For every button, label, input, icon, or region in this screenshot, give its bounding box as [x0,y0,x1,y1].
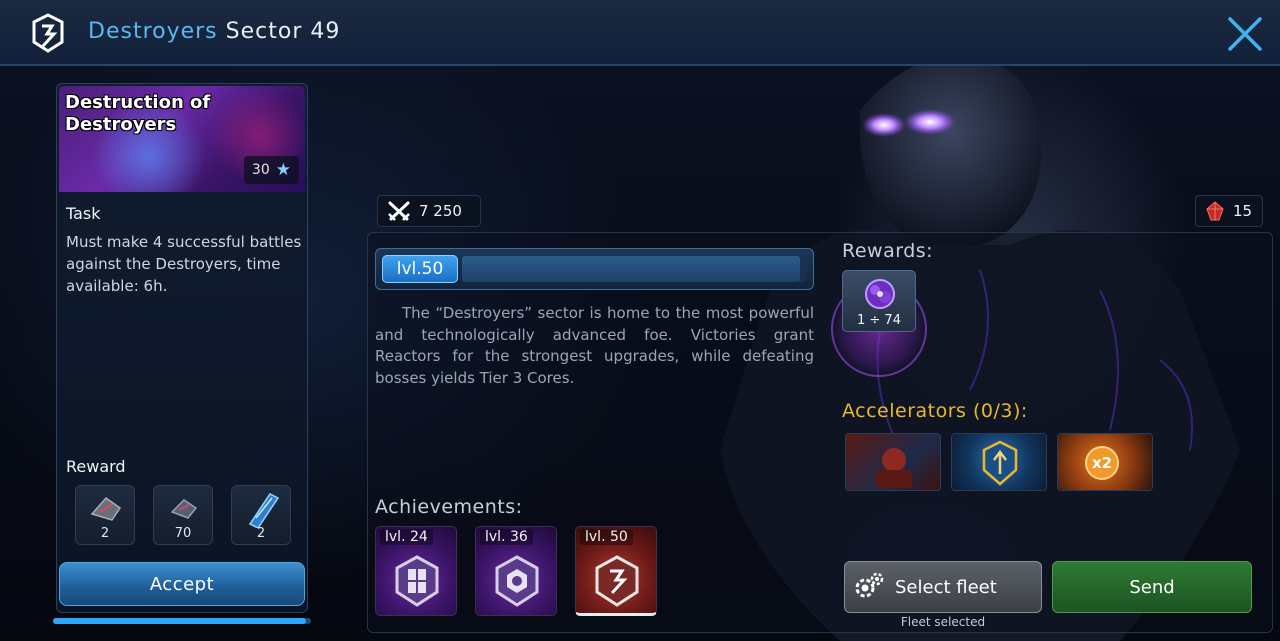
rank-boost-icon [982,440,1018,486]
ship-icon [170,499,198,519]
points-badge: 30 ★ [243,156,299,184]
hexagon-door-icon [395,555,439,607]
squad-boost-icon [876,448,912,488]
select-fleet-label: Select fleet [895,576,997,598]
reward-list: 2 70 2 [75,485,291,545]
reward-reactor[interactable]: 1 ÷ 74 [842,270,916,332]
reward-heading: Reward [66,457,126,476]
achievement-level: lvl. 24 [380,529,433,545]
achievement-item[interactable]: lvl. 24 [375,526,457,616]
blueprint-icon [248,493,280,528]
accelerator-x2[interactable]: x2 [1057,433,1153,491]
points-value: 30 [251,162,270,178]
level-badge: lvl.50 [382,255,458,283]
task-description: Must make 4 successful battles against t… [66,233,302,295]
gear-icon [855,572,884,598]
accelerators-heading: Accelerators (0/3): [842,400,1028,422]
close-icon[interactable] [1226,15,1264,53]
star-icon: ★ [275,160,291,180]
fleet-status: Fleet selected [900,615,986,629]
achievement-level: lvl. 36 [480,529,533,545]
send-button[interactable]: Send [1052,561,1252,613]
title-sector-number: Sector 49 [225,19,341,44]
gem-counter: 15 [1195,195,1263,227]
select-fleet-button[interactable]: Select fleet [844,561,1042,613]
task-banner: Destruction of Destroyers 30 ★ [59,86,305,192]
reward-count: 2 [256,526,266,541]
gem-value: 15 [1233,202,1253,220]
reward-count: 70 [174,526,192,541]
reward-count: 2 [100,526,110,541]
sector-description: The “Destroyers” sector is home to the m… [375,304,814,387]
page-title: Destroyers Sector 49 [88,19,340,44]
achievement-level: lvl. 50 [580,529,633,545]
achievements-heading: Achievements: [375,496,523,518]
reward-item[interactable]: 2 [231,485,291,545]
task-card: Destruction of Destroyers 30 ★ Task Must… [56,83,308,613]
level-fill [462,256,801,282]
achievement-item[interactable]: lvl. 36 [475,526,557,616]
task-heading: Task [66,204,101,223]
fleet-emblem-icon [32,13,64,53]
accelerator-rank[interactable] [951,433,1047,491]
crossed-swords-icon [388,201,410,221]
reactor-icon [865,279,895,309]
rewards-heading: Rewards: [842,240,934,262]
power-counter: 7 250 [377,195,481,227]
hexagon-emblem-icon [595,555,639,607]
level-track [462,256,807,282]
accelerator-list: x2 [845,433,1153,491]
red-crystal-icon [1206,201,1224,221]
reward-item[interactable]: 2 [75,485,135,545]
reactor-range: 1 ÷ 74 [857,313,901,328]
task-progress-bar [53,618,311,624]
ship-icon [90,496,122,521]
hexagon-nut-icon [495,555,539,607]
task-banner-title: Destruction of Destroyers [65,92,211,135]
x2-boost-icon: x2 [1085,446,1119,480]
level-progress-bar: lvl.50 [375,248,814,290]
task-progress-fill [53,618,306,624]
accept-button[interactable]: Accept [59,562,305,606]
title-sector-name: Destroyers [88,19,218,44]
power-value: 7 250 [419,202,462,220]
achievement-list: lvl. 24 lvl. 36 lvl. 50 [375,526,657,616]
title-bar: Destroyers Sector 49 [0,0,1280,66]
reward-item[interactable]: 70 [153,485,213,545]
accelerator-squad[interactable] [845,433,941,491]
achievement-item[interactable]: lvl. 50 [575,526,657,616]
